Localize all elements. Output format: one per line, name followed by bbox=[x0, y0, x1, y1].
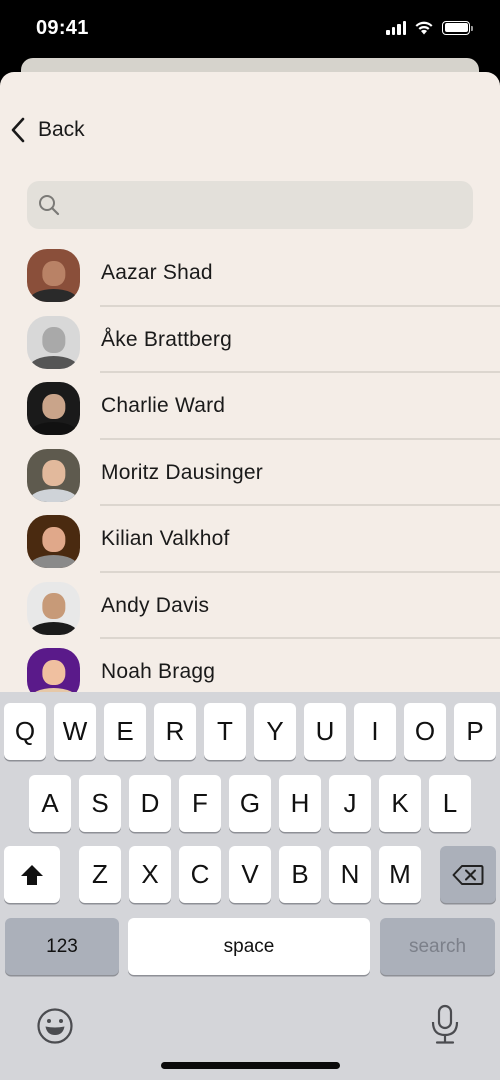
contact-list: Aazar Shad Åke Brattberg Charlie Ward Morit… bbox=[0, 240, 500, 706]
avatar-face bbox=[41, 593, 66, 619]
contact-row[interactable]: Åke Brattberg bbox=[0, 307, 500, 373]
avatar bbox=[27, 315, 80, 369]
wifi-icon bbox=[415, 21, 433, 35]
shift-icon bbox=[21, 864, 43, 885]
key-c[interactable]: C bbox=[179, 846, 221, 903]
avatar-shoulders bbox=[29, 621, 78, 635]
key-g[interactable]: G bbox=[229, 775, 271, 832]
key-j[interactable]: J bbox=[329, 775, 371, 832]
key-s[interactable]: S bbox=[79, 775, 121, 832]
avatar bbox=[27, 249, 80, 302]
emoji-icon[interactable] bbox=[36, 1007, 74, 1045]
contact-row[interactable]: Charlie Ward bbox=[0, 373, 500, 440]
key-h[interactable]: H bbox=[279, 775, 321, 832]
key-q[interactable]: Q bbox=[4, 703, 46, 760]
back-button[interactable]: Back bbox=[10, 116, 85, 144]
keyboard: 123 space search QWERTYUIOP ASDFGHJKL ZXCV… bbox=[0, 692, 500, 1080]
key-e[interactable]: E bbox=[104, 703, 146, 760]
avatar-shoulders bbox=[29, 422, 78, 435]
avatar-shoulders bbox=[29, 555, 78, 568]
status-bar: 09:41 bbox=[0, 0, 500, 58]
avatar-face bbox=[41, 659, 66, 686]
key-p[interactable]: P bbox=[454, 703, 496, 760]
avatar-face bbox=[41, 393, 66, 420]
shift-key[interactable] bbox=[4, 846, 60, 903]
avatar bbox=[27, 515, 80, 568]
chevron-left-icon bbox=[10, 116, 30, 144]
contact-name: Noah Bragg bbox=[101, 660, 216, 683]
key-x[interactable]: X bbox=[129, 846, 171, 903]
contact-name: Åke Brattberg bbox=[101, 327, 232, 351]
numbers-key[interactable]: 123 bbox=[5, 918, 119, 975]
microphone-icon[interactable] bbox=[428, 1004, 462, 1046]
home-indicator[interactable] bbox=[161, 1062, 340, 1069]
backspace-key[interactable] bbox=[440, 846, 496, 903]
key-f[interactable]: F bbox=[179, 775, 221, 832]
battery-icon bbox=[442, 20, 473, 35]
contact-name: Kilian Valkhof bbox=[101, 527, 230, 550]
search-key[interactable]: search bbox=[380, 918, 495, 975]
search-input[interactable] bbox=[71, 181, 461, 229]
contact-row[interactable]: Aazar Shad bbox=[0, 240, 500, 307]
avatar-shoulders bbox=[29, 488, 78, 502]
avatar-face bbox=[41, 327, 66, 353]
key-o[interactable]: O bbox=[404, 703, 446, 760]
space-key[interactable]: space bbox=[128, 918, 370, 975]
contact-name: Moritz Dausinger bbox=[101, 460, 263, 484]
key-l[interactable]: L bbox=[429, 775, 471, 832]
avatar-face bbox=[41, 260, 66, 287]
key-u[interactable]: U bbox=[304, 703, 346, 760]
key-z[interactable]: Z bbox=[79, 846, 121, 903]
key-i[interactable]: I bbox=[354, 703, 396, 760]
avatar-face bbox=[41, 526, 66, 553]
key-n[interactable]: N bbox=[329, 846, 371, 903]
avatar-face bbox=[41, 460, 66, 486]
avatar bbox=[27, 382, 80, 435]
key-k[interactable]: K bbox=[379, 775, 421, 832]
contact-row[interactable]: Andy Davis bbox=[0, 573, 500, 639]
key-b[interactable]: B bbox=[279, 846, 321, 903]
key-a[interactable]: A bbox=[29, 775, 71, 832]
backspace-icon bbox=[452, 864, 484, 885]
search-icon bbox=[39, 195, 60, 216]
key-m[interactable]: M bbox=[379, 846, 421, 903]
contact-row[interactable]: Moritz Dausinger bbox=[0, 440, 500, 506]
avatar bbox=[27, 581, 80, 635]
status-time: 09:41 bbox=[36, 17, 89, 39]
contact-name: Andy Davis bbox=[101, 593, 210, 617]
search-field[interactable] bbox=[27, 181, 473, 229]
avatar bbox=[27, 448, 80, 502]
back-label: Back bbox=[38, 118, 85, 141]
key-d[interactable]: D bbox=[129, 775, 171, 832]
contact-name: Charlie Ward bbox=[101, 394, 226, 417]
key-w[interactable]: W bbox=[54, 703, 96, 760]
avatar-shoulders bbox=[29, 355, 78, 369]
key-t[interactable]: T bbox=[204, 703, 246, 760]
status-icons bbox=[386, 20, 473, 35]
contact-row[interactable]: Kilian Valkhof bbox=[0, 506, 500, 573]
key-y[interactable]: Y bbox=[254, 703, 296, 760]
contact-name: Aazar Shad bbox=[101, 261, 213, 284]
avatar-shoulders bbox=[29, 289, 78, 302]
cellular-signal-icon bbox=[386, 20, 406, 35]
key-r[interactable]: R bbox=[154, 703, 196, 760]
key-v[interactable]: V bbox=[229, 846, 271, 903]
